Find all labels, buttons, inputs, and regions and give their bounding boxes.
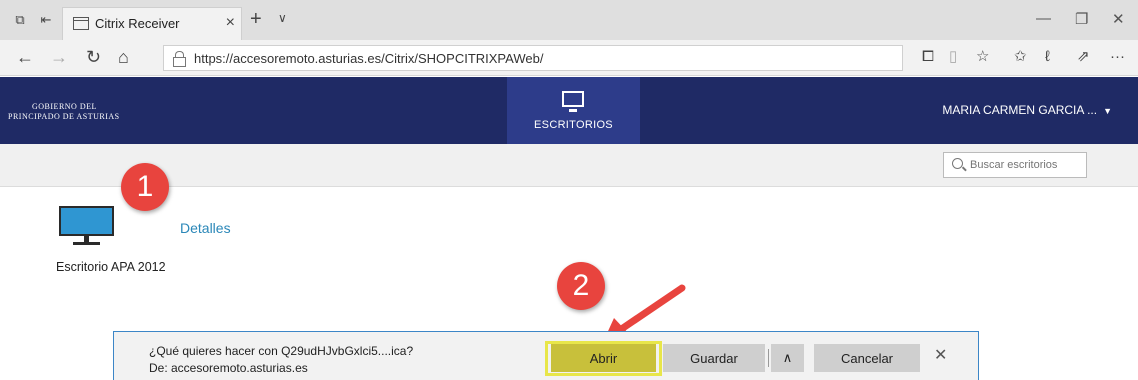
set-tabs-aside-icon[interactable]: ⇤ [38,12,54,28]
callout-marker-1: 1 [121,163,169,211]
search-box[interactable] [943,152,1087,178]
search-icon [952,158,963,169]
download-prompt: ¿Qué quieres hacer con Q29udHJvbGxlci5..… [113,331,979,380]
url-field[interactable]: https://accesoremoto.asturias.es/Citrix/… [163,45,903,71]
divider [768,349,769,367]
search-input[interactable] [970,156,1082,174]
close-window-icon[interactable]: ✕ [1112,10,1125,28]
favorites-hub-icon[interactable]: ✩ [1014,49,1027,65]
forward-icon[interactable]: → [50,48,68,66]
refresh-icon[interactable]: ↻ [86,48,101,66]
tab-list-chevron-icon[interactable]: ∨ [278,11,287,25]
citrix-header: GOBIERNO DEL PRINCIPADO DE ASTURIAS ESCR… [0,77,1138,144]
user-name: MARIA CARMEN GARCIA ... [942,103,1098,117]
save-button[interactable]: Guardar [663,344,765,372]
desktop-monitor-icon [562,91,584,112]
browser-tab-strip: ⧉ ⇤ Citrix Receiver × + ∨ — ❐ ✕ [0,0,1138,40]
save-options-chevron-up-icon[interactable]: ∧ [771,344,804,372]
close-icon[interactable]: ✕ [934,345,947,365]
reading-view-icon[interactable]: ▯ [949,49,957,65]
details-link[interactable]: Detalles [180,220,231,236]
back-icon[interactable]: ← [16,48,34,66]
tab-citrix-receiver[interactable]: Citrix Receiver × [62,7,242,40]
restore-icon[interactable]: ❐ [1075,10,1088,28]
favorite-star-icon[interactable]: ☆ [976,49,989,65]
download-source: De: accesoremoto.asturias.es [149,361,308,375]
cancel-button[interactable]: Cancelar [814,344,920,372]
download-question: ¿Qué quieres hacer con Q29udHJvbGxlci5..… [149,344,414,358]
org-name-line1: GOBIERNO DEL [32,102,97,111]
desktop-name[interactable]: Escritorio APA 2012 [56,260,166,274]
chevron-down-icon: ▼ [1103,106,1112,116]
monitor-icon [59,206,114,245]
more-menu-icon[interactable]: ··· [1110,49,1125,65]
tab-close-icon[interactable]: × [226,14,235,32]
tab-preview-icon[interactable]: ⧠ [922,49,934,65]
tab-actions-icon[interactable]: ⧉ [12,12,28,28]
open-button[interactable]: Abrir [551,344,656,372]
url-text: https://accesoremoto.asturias.es/Citrix/… [194,51,544,66]
org-logo: GOBIERNO DEL PRINCIPADO DE ASTURIAS [8,102,120,122]
new-tab-icon[interactable]: + [250,8,262,31]
share-icon[interactable]: ⇗ [1077,49,1090,65]
page-icon [73,17,89,30]
user-menu[interactable]: MARIA CARMEN GARCIA ... ▼ [942,103,1112,117]
home-icon[interactable]: ⌂ [118,48,129,66]
tab-desktops-label: ESCRITORIOS [534,119,613,131]
address-bar: ← → ↻ ⌂ https://accesoremoto.asturias.es… [0,40,1138,76]
web-note-pen-icon[interactable]: ℓ [1045,49,1050,65]
tab-desktops[interactable]: ESCRITORIOS [507,77,640,144]
tab-title: Citrix Receiver [95,16,180,31]
lock-icon [173,51,186,67]
minimize-icon[interactable]: — [1036,10,1051,27]
org-name-line2: PRINCIPADO DE ASTURIAS [8,112,120,121]
search-strip [0,144,1138,187]
